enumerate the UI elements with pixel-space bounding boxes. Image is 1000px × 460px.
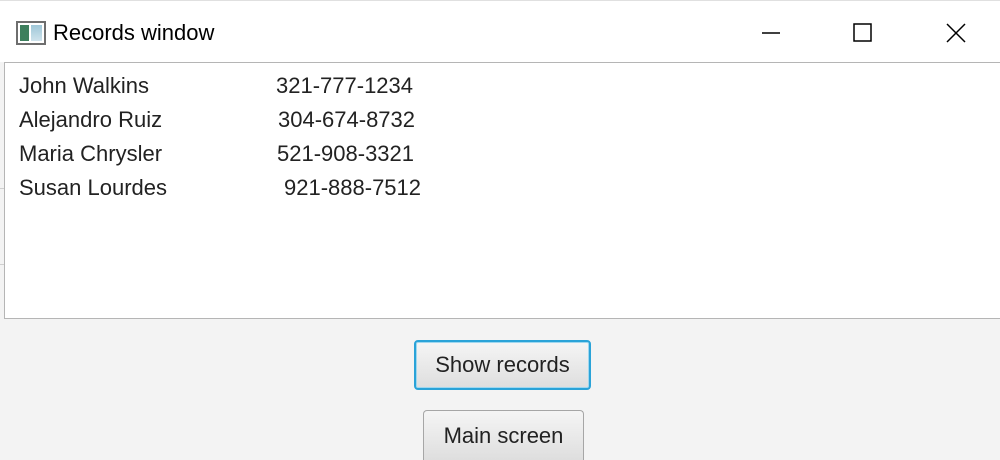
main-screen-button[interactable]: Main screen [423, 410, 584, 460]
show-records-button[interactable]: Show records [414, 340, 591, 390]
records-window: Records window John Walkins 321-777-1234… [0, 0, 1000, 460]
maximize-button[interactable] [828, 9, 898, 55]
close-icon [946, 23, 966, 43]
record-name: Susan Lourdes [19, 175, 167, 200]
app-icon[interactable] [16, 21, 46, 45]
record-phone: 304-674-8732 [278, 107, 416, 132]
record-phone: 521-908-3321 [277, 141, 415, 166]
minimize-icon [762, 32, 780, 34]
records-list[interactable]: John Walkins 321-777-1234 Alejandro Ruiz… [4, 62, 1000, 319]
record-name: Maria Chrysler [19, 141, 163, 166]
close-button[interactable] [920, 9, 990, 55]
record-name: John Walkins [19, 73, 150, 98]
title-bar[interactable]: Records window [0, 0, 1000, 62]
maximize-icon [853, 23, 872, 42]
window-title: Records window [53, 20, 215, 45]
minimize-button[interactable] [737, 9, 807, 55]
record-phone: 921-888-7512 [284, 175, 422, 200]
record-phone: 321-777-1234 [276, 73, 414, 98]
record-name: Alejandro Ruiz [19, 107, 163, 132]
